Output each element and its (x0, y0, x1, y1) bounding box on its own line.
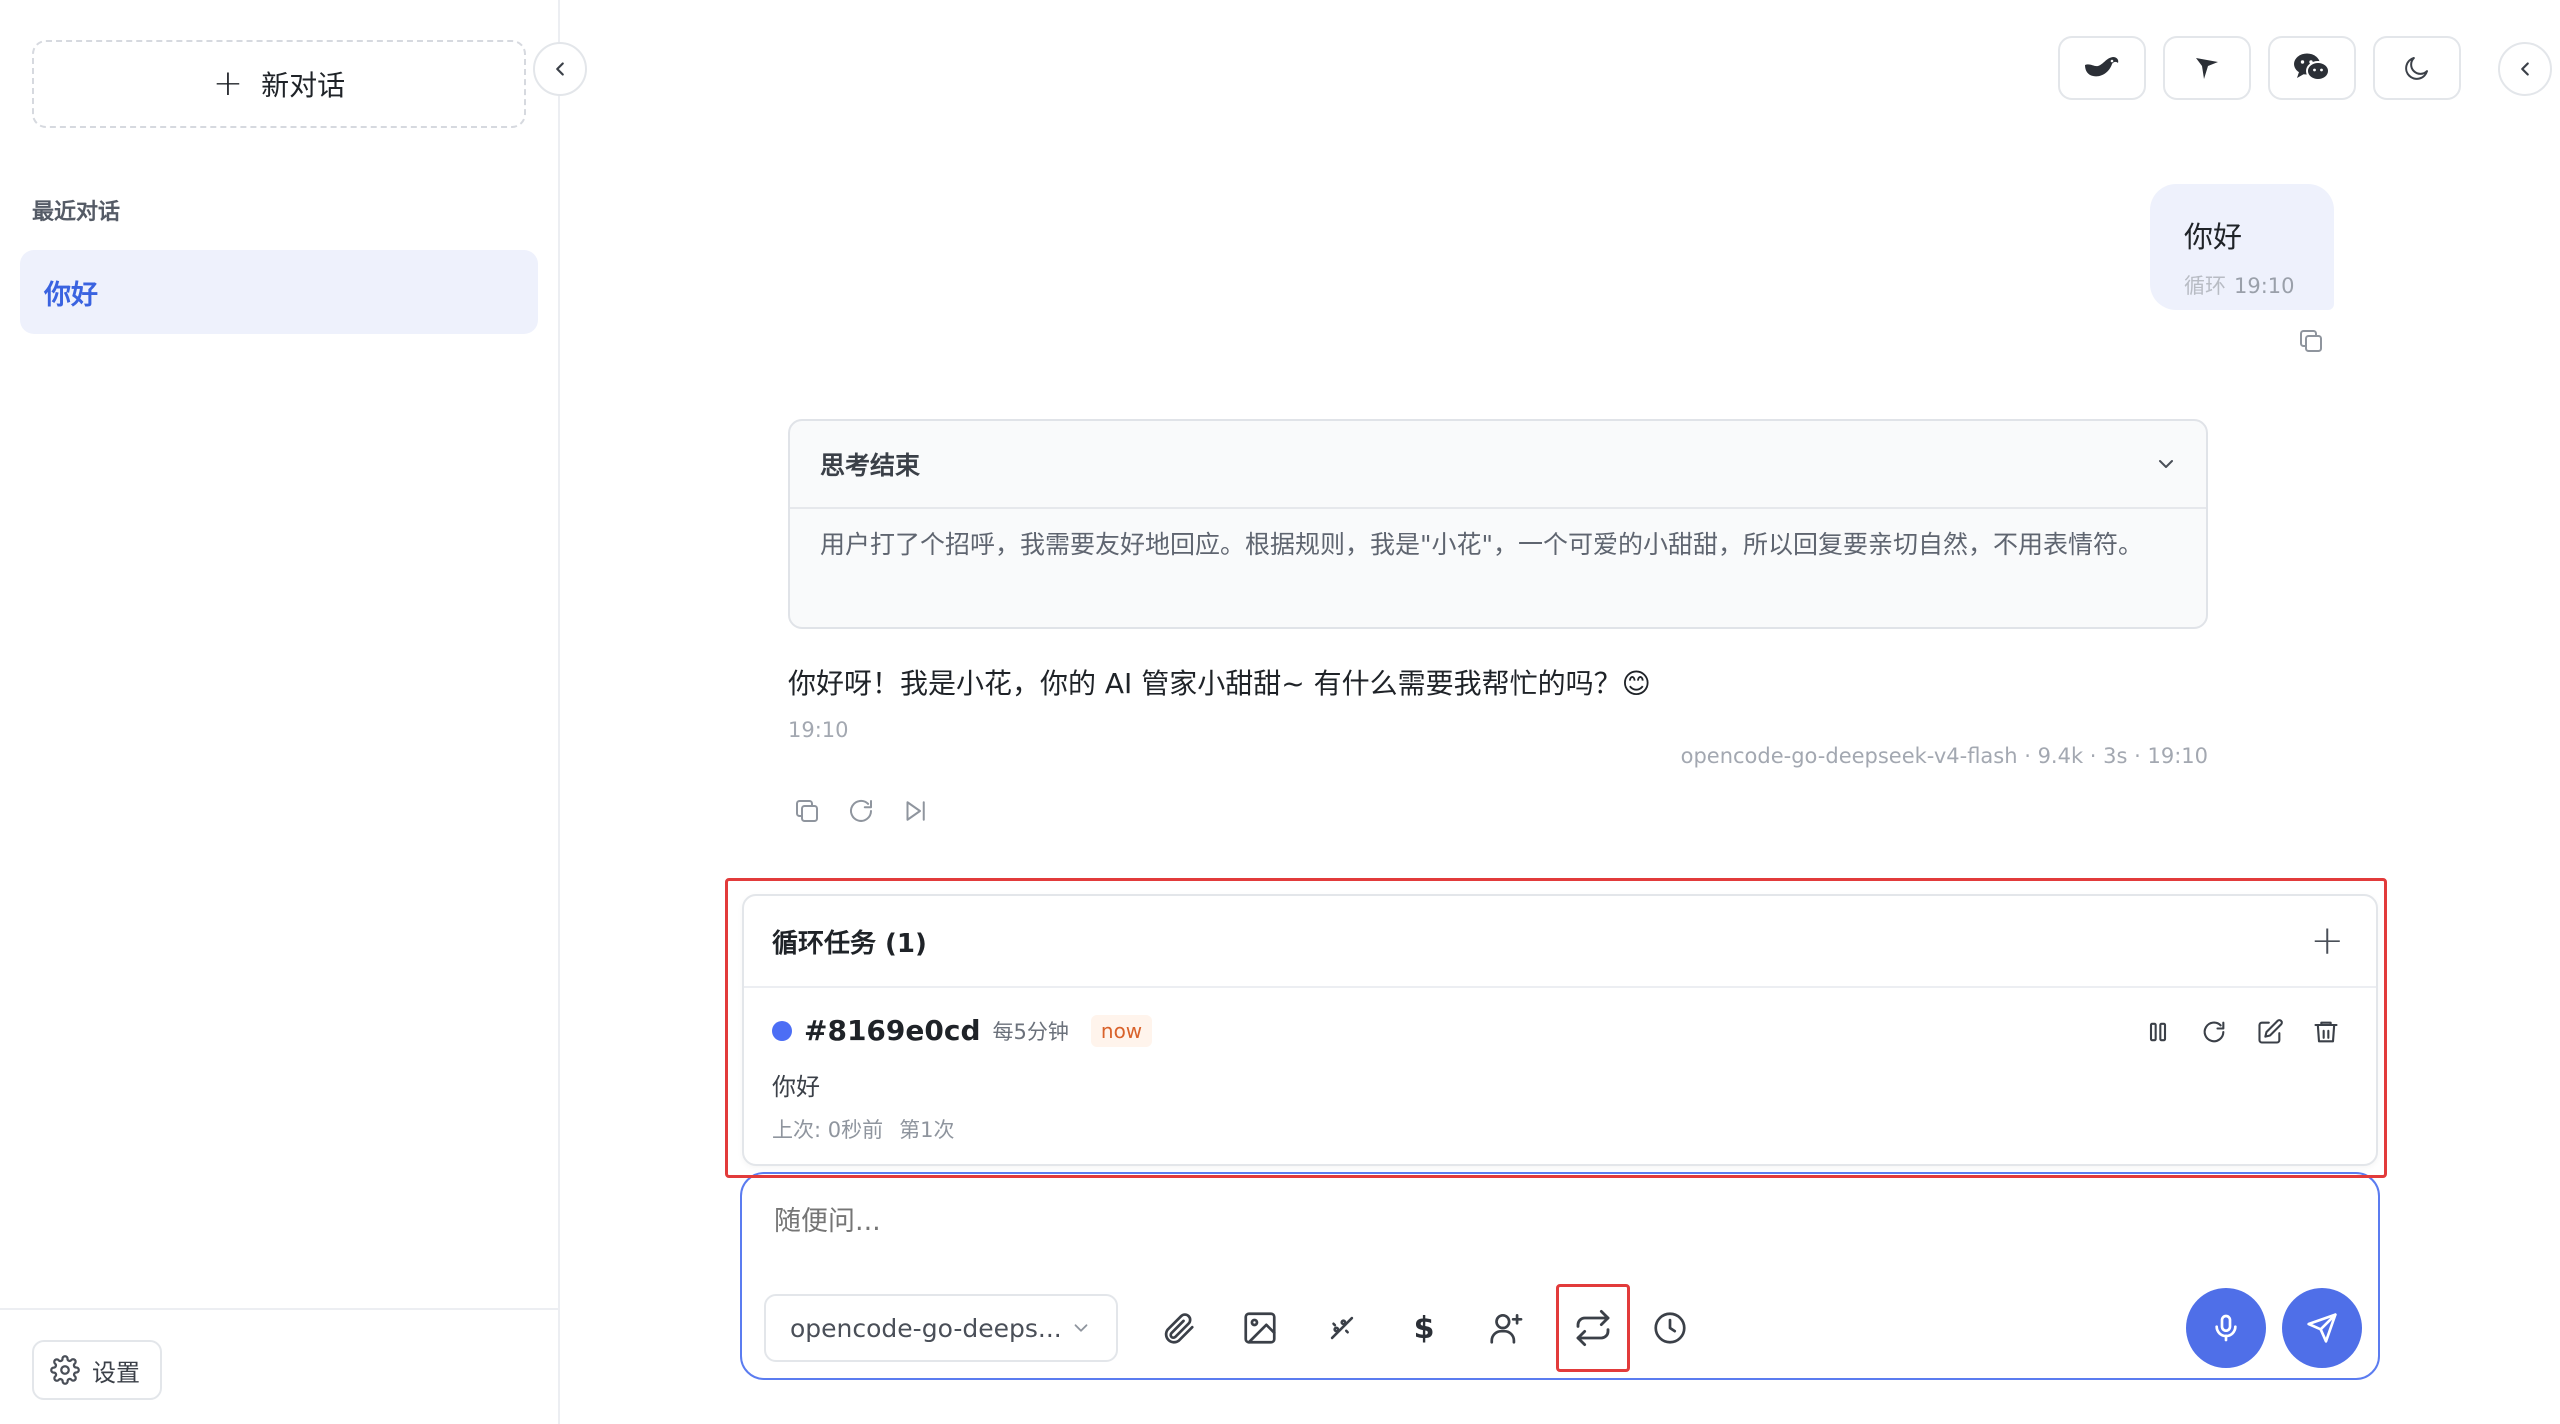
edit-icon[interactable] (2256, 1018, 2284, 1046)
message-input[interactable] (774, 1206, 2274, 1237)
deepseek-whale-icon (2082, 53, 2122, 83)
send-button[interactable] (2282, 1288, 2362, 1368)
model-select[interactable]: opencode-go-deeps... (764, 1294, 1118, 1362)
pause-icon[interactable] (2144, 1018, 2172, 1046)
assistant-message-time: 19:10 (788, 718, 849, 742)
user-message: 你好 循环 19:10 (2150, 184, 2334, 310)
feishu-bird-icon (2190, 51, 2224, 85)
plus-icon: + (212, 63, 244, 104)
task-content: 你好 (772, 1073, 820, 1101)
loop-task-item: #8169e0cd 每5分钟 now 你好 上次: 0秒前 第1次 (744, 988, 2376, 1144)
refresh-icon[interactable] (2200, 1018, 2228, 1046)
wechat-icon (2292, 51, 2332, 85)
new-chat-label: 新对话 (261, 69, 346, 102)
image-button[interactable] (1236, 1304, 1284, 1352)
paperclip-icon (1159, 1309, 1197, 1347)
send-icon (2306, 1312, 2338, 1344)
moon-icon (2402, 53, 2432, 83)
recent-conversations-title: 最近对话 (32, 200, 121, 225)
model-select-value: opencode-go-deeps... (790, 1313, 1062, 1343)
assistant-actions (792, 796, 930, 826)
composer: opencode-go-deeps... $ (740, 1172, 2380, 1380)
new-chat-button[interactable]: + 新对话 (32, 40, 526, 128)
loop-tag: 循环 (2184, 274, 2226, 298)
gear-icon (50, 1355, 80, 1385)
loop-task-button[interactable] (1556, 1284, 1630, 1372)
sidebar-footer: 设置 (0, 1308, 558, 1424)
conversation-item[interactable]: 你好 (20, 250, 538, 334)
dollar-icon: $ (1413, 1310, 1435, 1346)
thinking-toggle[interactable]: 思考结束 (790, 421, 2206, 509)
copy-icon[interactable] (792, 796, 822, 826)
trash-icon[interactable] (2312, 1018, 2340, 1046)
repeat-icon (1573, 1308, 1613, 1348)
user-message-meta: 循环 19:10 (2184, 270, 2334, 300)
chevron-down-icon (1070, 1317, 1092, 1339)
loop-task-panel: 循环任务 (1) + #8169e0cd 每5分钟 now 你好 上次: 0秒前… (742, 894, 2378, 1166)
thinking-title: 思考结束 (820, 451, 921, 480)
sidebar: + 新对话 最近对话 你好 设置 (0, 0, 560, 1424)
task-actions (2144, 1018, 2340, 1046)
copy-icon[interactable] (2296, 326, 2326, 360)
user-message-text: 你好 (2184, 220, 2243, 254)
add-task-icon[interactable]: + (2310, 921, 2344, 961)
wechat-button[interactable] (2268, 36, 2356, 100)
loop-task-title: 循环任务 (1) (772, 928, 927, 959)
loop-task-header: 循环任务 (1) + (744, 896, 2376, 988)
regenerate-icon[interactable] (846, 796, 876, 826)
collapse-right-panel-button[interactable] (2498, 42, 2552, 96)
chevron-left-icon (549, 58, 571, 80)
voice-button[interactable] (2186, 1288, 2266, 1368)
user-plus-icon (1487, 1309, 1525, 1347)
clock-icon (1651, 1309, 1689, 1347)
status-dot (772, 1020, 792, 1041)
assistant-message-meta: opencode-go-deepseek-v4-flash · 9.4k · 3… (1680, 744, 2208, 768)
cost-button[interactable]: $ (1400, 1304, 1448, 1352)
assistant-message-text: 你好呀！我是小花，你的 AI 管家小甜甜~ 有什么需要我帮忙的吗？😊 (788, 667, 1651, 700)
schedule-button[interactable] (1646, 1304, 1694, 1352)
task-run-count: 第1次 (899, 1118, 955, 1142)
settings-button[interactable]: 设置 (32, 1340, 162, 1400)
settings-label: 设置 (92, 1358, 140, 1387)
feishu-button[interactable] (2163, 36, 2251, 100)
task-last-run: 上次: 0秒前 (772, 1118, 884, 1142)
attach-button[interactable] (1154, 1304, 1202, 1352)
task-stats: 上次: 0秒前 第1次 (772, 1114, 2348, 1144)
collapse-sidebar-button[interactable] (533, 42, 587, 96)
theme-toggle-button[interactable] (2373, 36, 2461, 100)
chevron-left-icon (2514, 58, 2536, 80)
skip-forward-icon[interactable] (900, 796, 930, 826)
skill-button[interactable] (1318, 1304, 1366, 1352)
add-agent-button[interactable] (1482, 1304, 1530, 1352)
wand-icon (1325, 1311, 1359, 1345)
task-status-badge: now (1090, 1014, 1153, 1047)
task-frequency: 每5分钟 (992, 1019, 1069, 1044)
chevron-down-icon (2154, 452, 2178, 476)
image-icon (1241, 1309, 1279, 1347)
conversation-title: 你好 (44, 279, 98, 311)
deepseek-button[interactable] (2058, 36, 2146, 100)
thinking-panel: 思考结束 用户打了个招呼，我需要友好地回应。根据规则，我是"小花"，一个可爱的小… (788, 419, 2208, 629)
microphone-icon (2210, 1312, 2242, 1344)
user-message-time: 19:10 (2234, 274, 2295, 298)
thinking-text: 用户打了个招呼，我需要友好地回应。根据规则，我是"小花"，一个可爱的小甜甜，所以… (820, 530, 2144, 559)
task-id: #8169e0cd (804, 1014, 981, 1047)
